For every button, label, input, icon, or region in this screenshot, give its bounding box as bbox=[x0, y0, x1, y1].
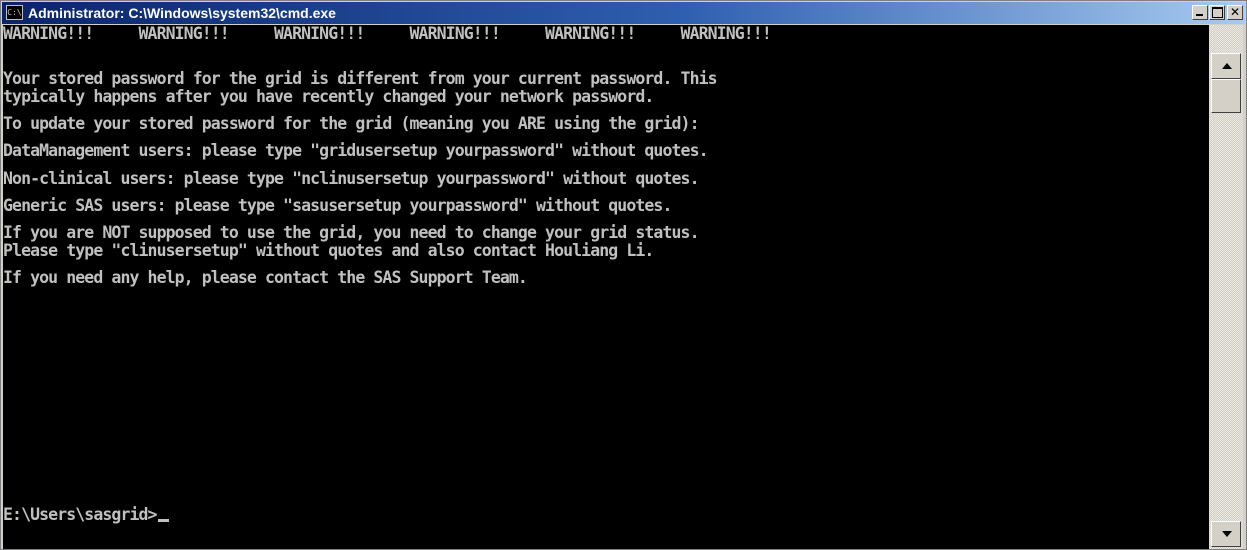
console-line: To update your stored password for the g… bbox=[3, 114, 700, 134]
console-line: Non-clinical users: please type "nclinus… bbox=[3, 168, 700, 188]
maximize-icon bbox=[1212, 7, 1223, 18]
vertical-scrollbar[interactable] bbox=[1209, 25, 1243, 549]
window-title: Administrator: C:\Windows\system32\cmd.e… bbox=[28, 5, 336, 21]
console-text: WARNING!!! WARNING!!! WARNING!!! WARNING… bbox=[3, 25, 772, 287]
console-line: Generic SAS users: please type "sasusers… bbox=[3, 195, 672, 215]
close-icon: ✕ bbox=[1229, 5, 1241, 19]
console-app-icon[interactable]: C:\ bbox=[6, 5, 23, 20]
scroll-up-button[interactable] bbox=[1211, 53, 1241, 79]
scrollbar-thumb[interactable] bbox=[1211, 79, 1241, 113]
prompt-text: E:\Users\sasgrid> bbox=[3, 505, 157, 524]
cmd-window: C:\ Administrator: C:\Windows\system32\c… bbox=[0, 0, 1247, 550]
arrow-up-icon bbox=[1222, 63, 1232, 69]
minimize-button[interactable] bbox=[1192, 5, 1208, 20]
console-line: Your stored password for the grid is dif… bbox=[3, 69, 718, 89]
console-line: typically happens after you have recentl… bbox=[3, 87, 654, 107]
console-line: If you are NOT supposed to use the grid,… bbox=[3, 222, 700, 242]
console-output[interactable]: WARNING!!! WARNING!!! WARNING!!! WARNING… bbox=[3, 25, 1209, 549]
title-bar[interactable]: C:\ Administrator: C:\Windows\system32\c… bbox=[2, 2, 1245, 24]
maximize-button[interactable] bbox=[1209, 5, 1225, 20]
text-cursor bbox=[157, 519, 169, 522]
scroll-down-button[interactable] bbox=[1211, 521, 1241, 547]
minimize-icon bbox=[1196, 14, 1203, 16]
warning-banner: WARNING!!! WARNING!!! WARNING!!! WARNING… bbox=[3, 25, 772, 43]
console-line: If you need any help, please contact the… bbox=[3, 267, 528, 287]
arrow-down-icon bbox=[1222, 531, 1232, 537]
console-line: Please type "clinusersetup" without quot… bbox=[3, 240, 654, 260]
command-prompt[interactable]: E:\Users\sasgrid> bbox=[3, 506, 169, 524]
close-button[interactable]: ✕ bbox=[1227, 5, 1243, 20]
console-line: DataManagement users: please type "gridu… bbox=[3, 141, 709, 161]
